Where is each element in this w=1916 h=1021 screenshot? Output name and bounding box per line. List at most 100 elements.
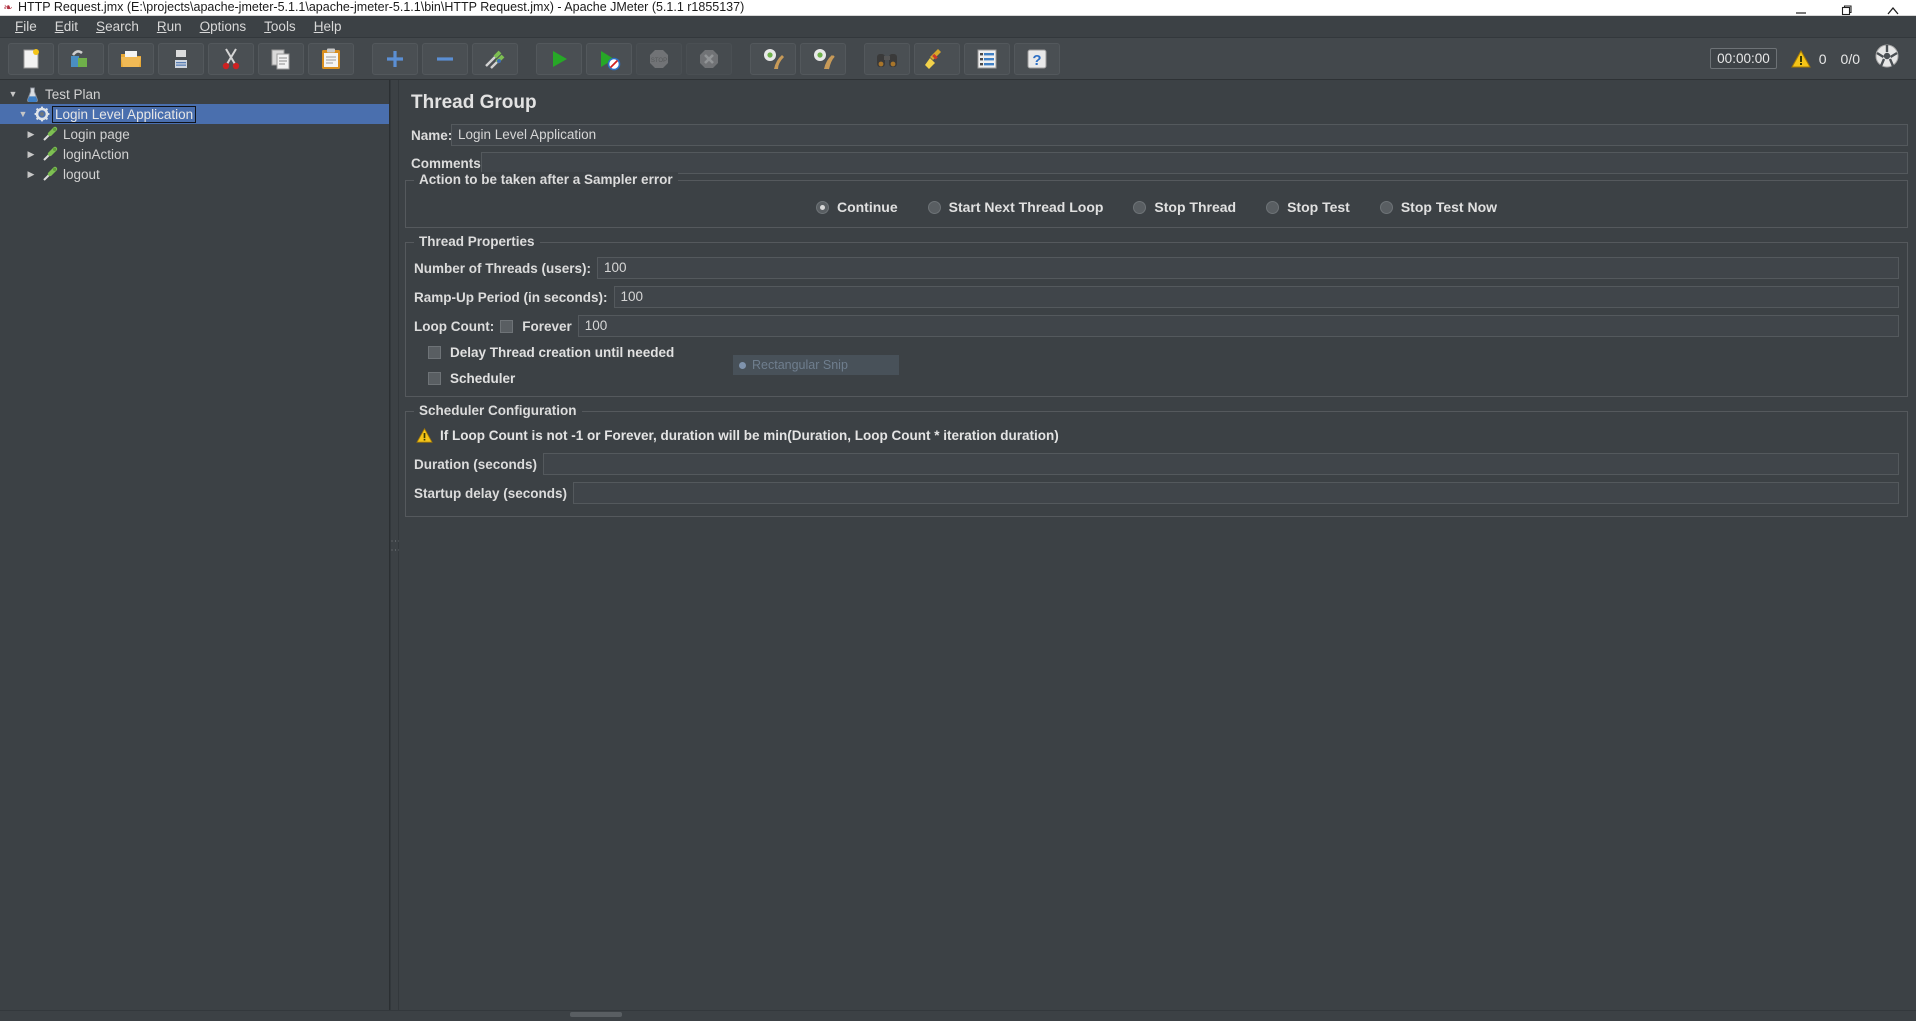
startup-delay-label: Startup delay (seconds) — [414, 486, 567, 501]
warning-triangle-icon — [1791, 50, 1811, 68]
new-button[interactable] — [8, 43, 54, 75]
radio-continue-indicator[interactable] — [816, 201, 829, 214]
radio-stop-thread[interactable]: Stop Thread — [1133, 199, 1236, 215]
toggle-sampler-button[interactable] — [472, 43, 518, 75]
collapse-arrow-icon[interactable]: ▶ — [22, 129, 40, 140]
menu-tools[interactable]: Tools — [255, 17, 305, 36]
radio-stop-test-indicator[interactable] — [1266, 201, 1279, 214]
collapse-arrow-icon[interactable]: ▶ — [22, 169, 40, 180]
tree-node-loginaction[interactable]: ▶ loginAction — [0, 144, 389, 164]
function-helper-button[interactable] — [964, 43, 1010, 75]
window-controls — [1778, 0, 1916, 16]
number-of-threads-input[interactable]: 100 — [597, 257, 1899, 279]
radio-start-next-thread-loop-indicator[interactable] — [928, 201, 941, 214]
toolbar-status: 00:00:00 0 0/0 — [1710, 43, 1910, 74]
forever-checkbox[interactable] — [500, 320, 513, 333]
ramp-up-period-input[interactable]: 100 — [614, 286, 1899, 308]
test-plan-tree[interactable]: ▼ Test Plan ▼ Login Level Application ▶ … — [0, 80, 390, 1010]
radio-stop-test-label: Stop Test — [1287, 199, 1350, 215]
delay-thread-creation-label: Delay Thread creation until needed — [450, 345, 674, 360]
menu-file-label: ile — [23, 19, 37, 34]
ramp-up-period-label: Ramp-Up Period (in seconds): — [414, 290, 608, 305]
menu-edit[interactable]: Edit — [46, 17, 87, 36]
templates-button[interactable] — [58, 43, 104, 75]
radio-continue[interactable]: Continue — [816, 199, 898, 215]
panel-split-handle[interactable]: ⋮⋮ — [390, 80, 399, 1010]
test-plan-icon — [22, 87, 42, 102]
radio-continue-label: Continue — [837, 199, 898, 215]
menu-run[interactable]: Run — [148, 17, 191, 36]
jmeter-feather-icon: ❧ — [0, 0, 16, 16]
radio-start-next-thread-loop-label: Start Next Thread Loop — [949, 199, 1104, 215]
scheduler-configuration-group-title: Scheduler Configuration — [414, 403, 582, 418]
sampler-error-radio-group: Continue Start Next Thread Loop Stop Thr… — [414, 195, 1899, 215]
expand-all-button[interactable] — [372, 43, 418, 75]
radio-start-next-thread-loop[interactable]: Start Next Thread Loop — [928, 199, 1104, 215]
scheduler-label: Scheduler — [450, 371, 515, 386]
collapse-all-button[interactable] — [422, 43, 468, 75]
tree-node-test-plan[interactable]: ▼ Test Plan — [0, 84, 389, 104]
expand-arrow-icon[interactable]: ▼ — [4, 89, 22, 99]
menu-help[interactable]: Help — [305, 17, 351, 36]
clear-button[interactable] — [750, 43, 796, 75]
forever-label: Forever — [522, 319, 572, 334]
menu-search[interactable]: Search — [87, 17, 148, 36]
radio-stop-test-now[interactable]: Stop Test Now — [1380, 199, 1497, 215]
tree-node-label: loginAction — [60, 147, 132, 162]
loop-count-input[interactable]: 100 — [578, 315, 1899, 337]
loop-count-row: Loop Count: Forever 100 — [414, 315, 1899, 337]
number-of-threads-row: Number of Threads (users): 100 — [414, 257, 1899, 279]
http-sampler-icon — [40, 166, 60, 182]
warning-indicator[interactable]: 0 — [1791, 50, 1827, 68]
status-bar — [0, 1010, 1916, 1020]
shutdown-button[interactable] — [686, 43, 732, 75]
tree-node-login-level-application[interactable]: ▼ Login Level Application — [0, 104, 389, 124]
stop-button[interactable]: STOP — [636, 43, 682, 75]
startup-delay-input[interactable] — [573, 482, 1899, 504]
radio-stop-thread-indicator[interactable] — [1133, 201, 1146, 214]
radio-stop-test-now-indicator[interactable] — [1380, 201, 1393, 214]
copy-button[interactable] — [258, 43, 304, 75]
elapsed-timer: 00:00:00 — [1710, 48, 1777, 69]
minimize-button[interactable] — [1778, 0, 1824, 16]
search-button[interactable] — [864, 43, 910, 75]
comments-row: Comments: — [405, 152, 1908, 174]
comments-input[interactable] — [481, 152, 1908, 174]
radio-stop-test[interactable]: Stop Test — [1266, 199, 1350, 215]
sampler-error-group-title: Action to be taken after a Sampler error — [414, 172, 678, 187]
start-no-pauses-button[interactable] — [586, 43, 632, 75]
tree-node-logout[interactable]: ▶ logout — [0, 164, 389, 184]
delay-thread-creation-row[interactable]: Delay Thread creation until needed — [428, 345, 1899, 360]
collapse-arrow-icon[interactable]: ▶ — [22, 149, 40, 160]
close-button[interactable] — [1870, 0, 1916, 16]
scheduler-row[interactable]: Scheduler — [428, 371, 1899, 386]
scheduler-warning-text: If Loop Count is not -1 or Forever, dura… — [440, 428, 1059, 443]
duration-input[interactable] — [543, 453, 1899, 475]
bottom-resize-grip[interactable] — [570, 1012, 622, 1017]
menu-file[interactable]: File — [6, 17, 46, 36]
warning-count: 0 — [1819, 51, 1827, 67]
scheduler-warning: If Loop Count is not -1 or Forever, dura… — [416, 428, 1899, 443]
name-row: Name: Login Level Application — [405, 124, 1908, 146]
maximize-button[interactable] — [1824, 0, 1870, 16]
name-label: Name: — [405, 128, 451, 143]
http-sampler-icon — [40, 126, 60, 142]
scheduler-checkbox[interactable] — [428, 372, 441, 385]
main-toolbar: STOP ? 00:00:00 0 0/0 — [0, 38, 1916, 80]
cut-button[interactable] — [208, 43, 254, 75]
reset-search-button[interactable] — [914, 43, 960, 75]
start-button[interactable] — [536, 43, 582, 75]
expand-arrow-icon[interactable]: ▼ — [14, 109, 32, 119]
name-input[interactable]: Login Level Application — [451, 124, 1908, 146]
menu-options[interactable]: Options — [191, 17, 256, 36]
delay-thread-creation-checkbox[interactable] — [428, 346, 441, 359]
tree-node-label: Login Level Application — [52, 106, 196, 123]
clear-all-button[interactable] — [800, 43, 846, 75]
save-button[interactable] — [158, 43, 204, 75]
open-folder-button[interactable] — [108, 43, 154, 75]
help-question-button[interactable]: ? — [1014, 43, 1060, 75]
http-sampler-icon — [40, 146, 60, 162]
paste-button[interactable] — [308, 43, 354, 75]
warning-triangle-icon — [416, 428, 433, 443]
tree-node-login-page[interactable]: ▶ Login page — [0, 124, 389, 144]
